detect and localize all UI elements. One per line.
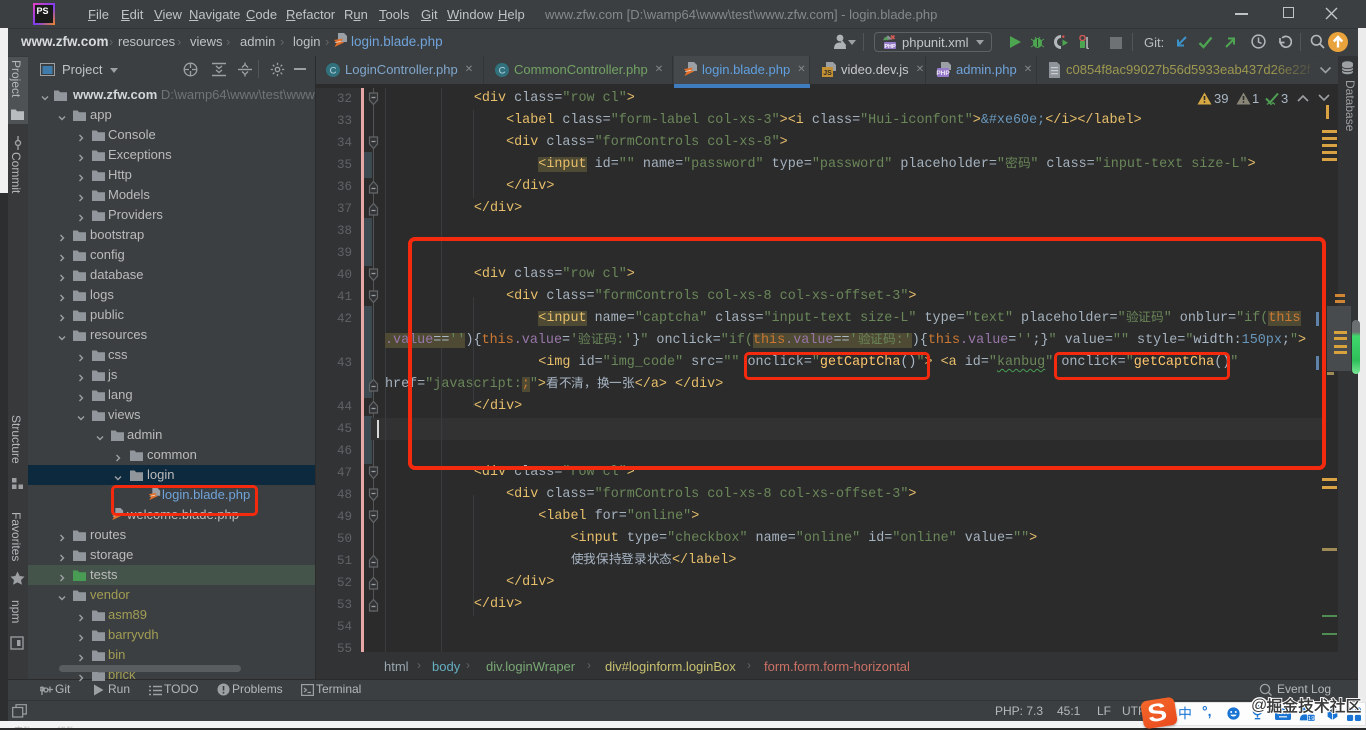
svg-text:PHP: PHP — [936, 70, 950, 77]
svg-text:C: C — [499, 66, 506, 77]
svg-text:PHP: PHP — [884, 44, 896, 50]
svg-text:19: 19 — [1308, 716, 1315, 722]
svg-text:@: @ — [1251, 697, 1267, 714]
svg-text:C: C — [330, 66, 337, 77]
svg-text:JS: JS — [823, 70, 832, 77]
